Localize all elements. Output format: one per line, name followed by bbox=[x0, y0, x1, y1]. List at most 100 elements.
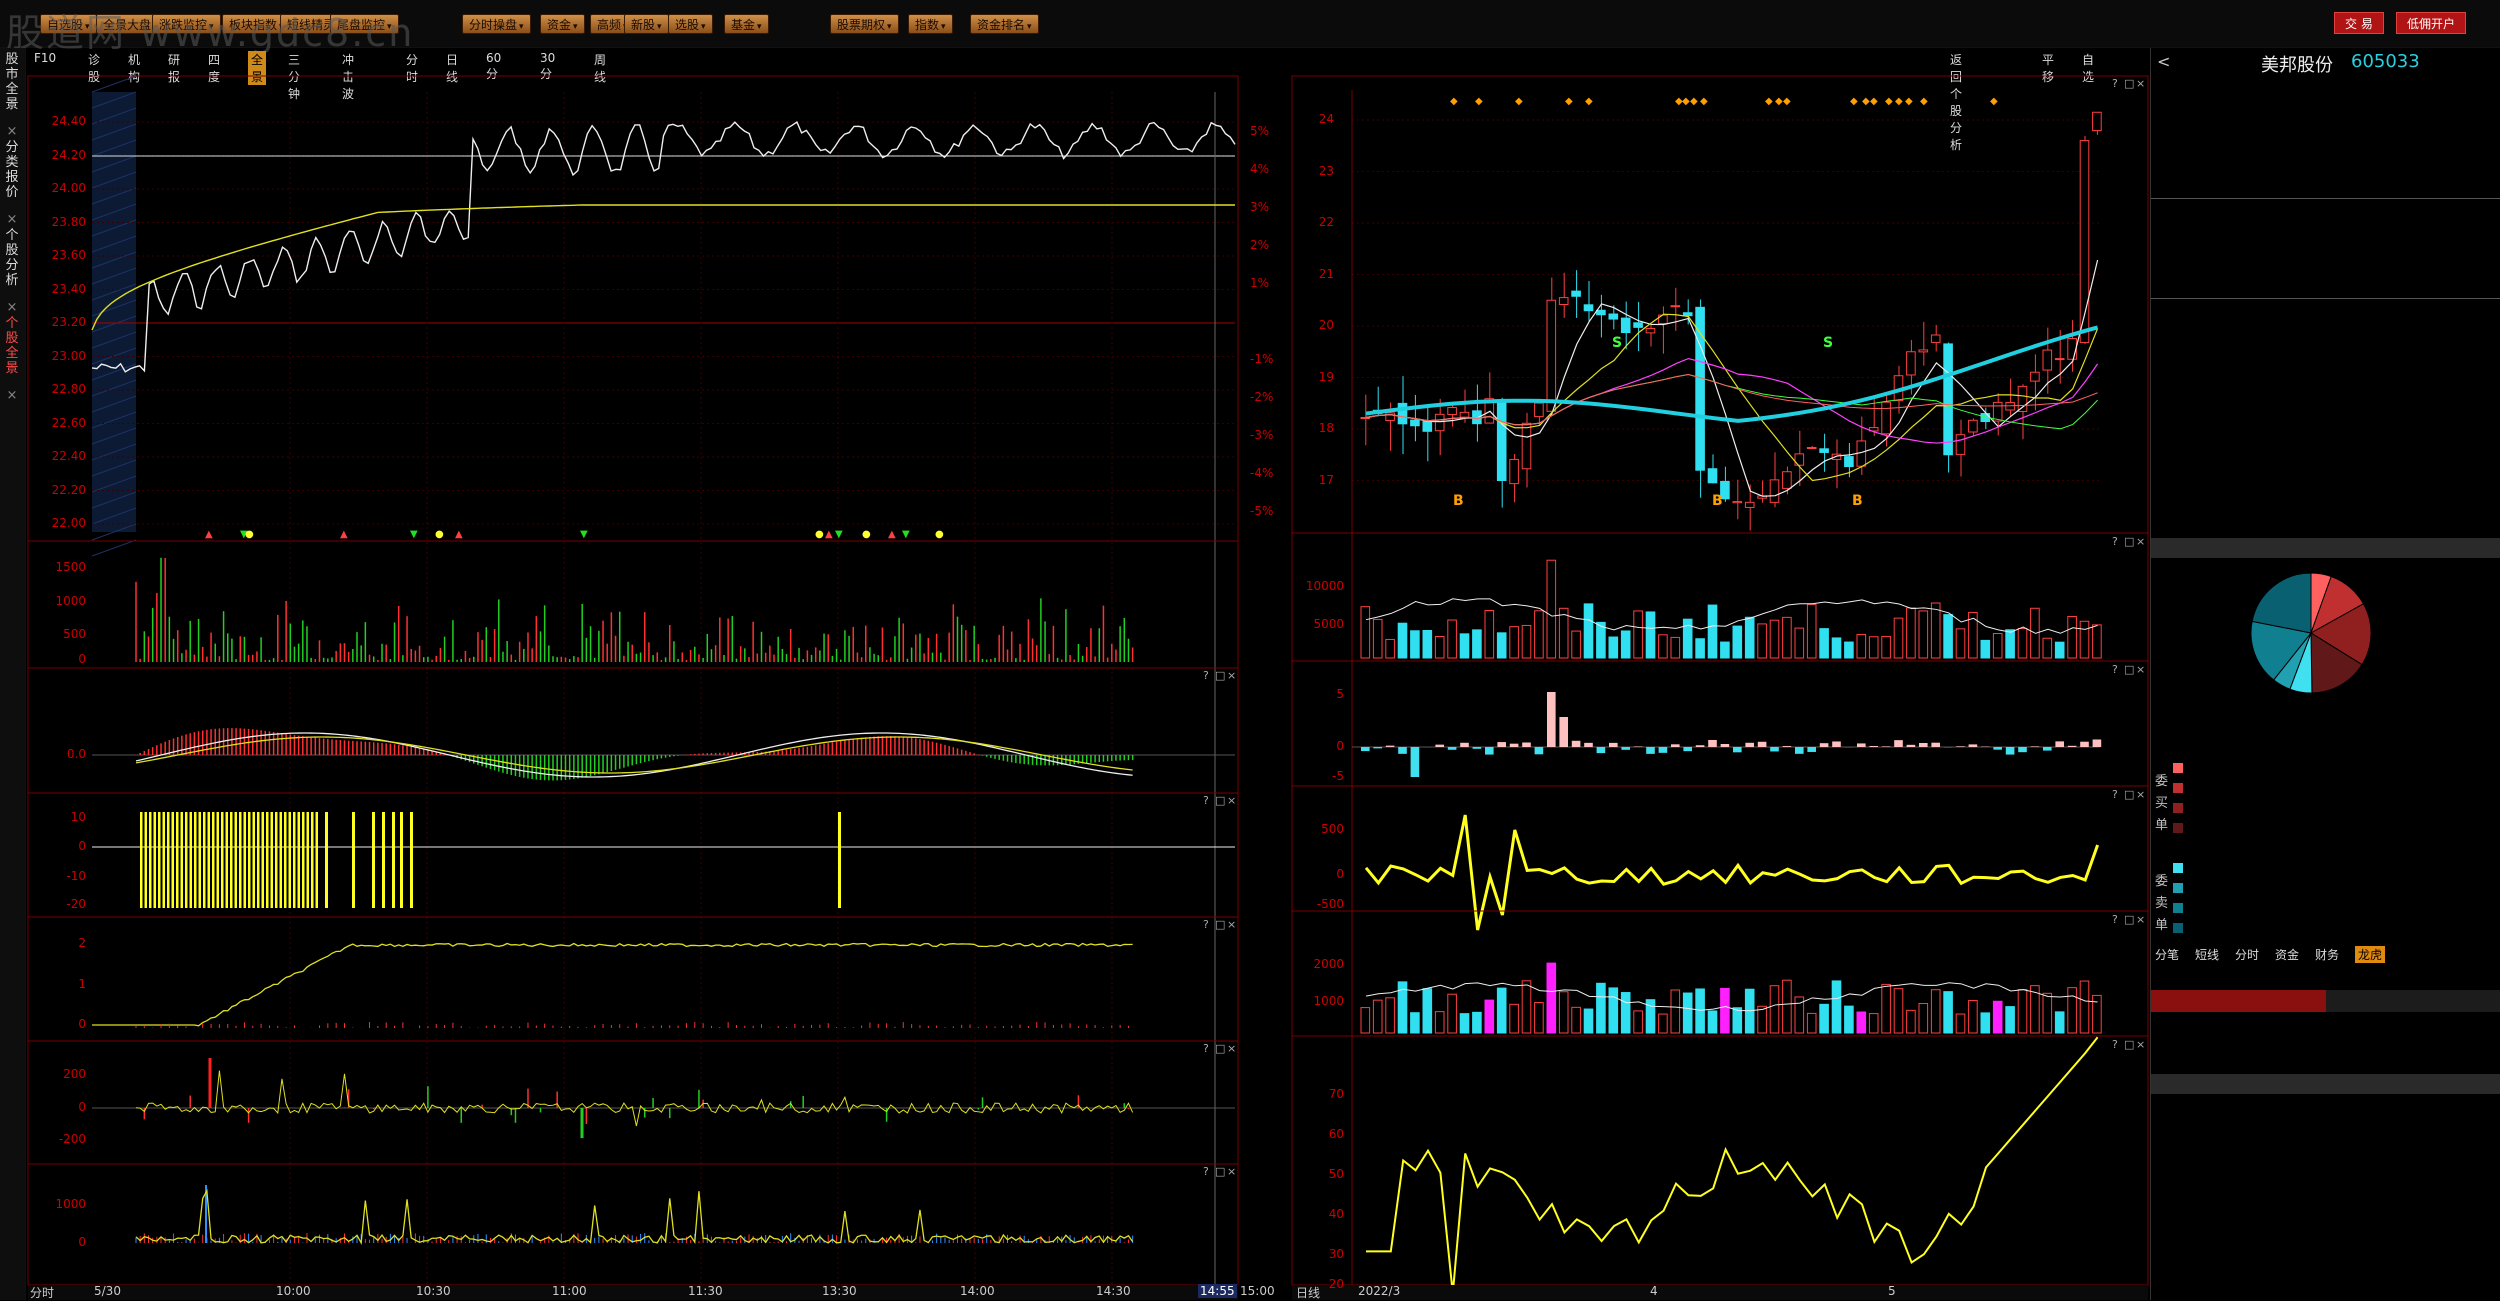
ddbl-axis-label: 0 bbox=[1300, 739, 1344, 753]
daily-price-label: 17 bbox=[1294, 473, 1334, 487]
finance-subtab-1[interactable] bbox=[2326, 990, 2500, 1012]
sell-signal: S bbox=[1612, 335, 1622, 351]
time-axis-label[interactable]: 分时 bbox=[30, 1284, 54, 1301]
pane-btn-close-icon[interactable]: × bbox=[1227, 1165, 1236, 1178]
daily-volume-bar bbox=[1758, 624, 1767, 658]
pane-btn-max-icon[interactable]: □ bbox=[2124, 1038, 2134, 1051]
pane-btn-max-icon[interactable]: □ bbox=[1215, 918, 1225, 931]
lwjx-bar bbox=[1981, 1013, 1990, 1033]
avg-price-line bbox=[92, 205, 1235, 330]
daily-volume-bar bbox=[1411, 631, 1420, 658]
lwjx-bar bbox=[1919, 1004, 1928, 1033]
candle-body bbox=[1993, 402, 2002, 421]
pane-btn-help-icon[interactable]: ? bbox=[2112, 1038, 2118, 1051]
lwjx-bar bbox=[1373, 1000, 1382, 1033]
panel-tab-1[interactable]: 短线 bbox=[2195, 946, 2219, 963]
hatch-line bbox=[92, 540, 136, 556]
daily-volume-bar bbox=[1646, 612, 1655, 658]
signal-marker: ● bbox=[935, 529, 944, 540]
pane-btn-max-icon[interactable]: □ bbox=[1215, 1165, 1225, 1178]
pane-btn-max-icon[interactable]: □ bbox=[2124, 913, 2134, 926]
pane-btn-close-icon[interactable]: × bbox=[2136, 788, 2145, 801]
ddbl-bar bbox=[1745, 743, 1754, 747]
date-axis-label[interactable]: 日线 bbox=[1296, 1284, 1320, 1301]
signal-diamond: ◆ bbox=[1450, 96, 1458, 107]
vol2-axis-label: 10000 bbox=[1300, 579, 1344, 593]
pane-btn-close-icon[interactable]: × bbox=[2136, 77, 2145, 90]
finance-subtab-0[interactable] bbox=[2151, 990, 2326, 1012]
lwjx-bar bbox=[1435, 1012, 1444, 1033]
zljm-bar bbox=[838, 812, 841, 908]
pane-btn-help-icon[interactable]: ? bbox=[1203, 794, 1209, 807]
pane-btn-max-icon[interactable]: □ bbox=[2124, 663, 2134, 676]
pane-btn-help-icon[interactable]: ? bbox=[2112, 913, 2118, 926]
pane-btn-max-icon[interactable]: □ bbox=[1215, 794, 1225, 807]
pane-btn-close-icon[interactable]: × bbox=[1227, 1042, 1236, 1055]
signal-marker: ▲ bbox=[205, 529, 213, 540]
pane-btn-help-icon[interactable]: ? bbox=[1203, 1042, 1209, 1055]
pane-btn-close-icon[interactable]: × bbox=[2136, 913, 2145, 926]
signal-diamond: ◆ bbox=[1765, 96, 1773, 107]
panel-tab-3[interactable]: 资金 bbox=[2275, 946, 2299, 963]
price-axis-label: 24.40 bbox=[42, 114, 86, 128]
pane-btn-help-icon[interactable]: ? bbox=[2112, 77, 2118, 90]
pane-btn-close-icon[interactable]: × bbox=[2136, 535, 2145, 548]
pane-btn-max-icon[interactable]: □ bbox=[1215, 1042, 1225, 1055]
pane-btn-help-icon[interactable]: ? bbox=[1203, 1165, 1209, 1178]
daily-price-label: 19 bbox=[1294, 370, 1334, 384]
price-axis-label: 23.40 bbox=[42, 282, 86, 296]
daily-volume-bar bbox=[1373, 619, 1382, 658]
daily-volume-bar bbox=[1882, 636, 1891, 658]
daily-volume-bar bbox=[1931, 603, 1940, 658]
signal-marker: ▲ bbox=[455, 529, 463, 540]
daily-volume-bar bbox=[1522, 625, 1531, 658]
candle-body bbox=[1435, 414, 1444, 430]
open-account-button[interactable]: 低佣开户 bbox=[2396, 12, 2466, 34]
book-divider bbox=[2151, 198, 2500, 199]
fsld-axis-label: 0 bbox=[42, 1100, 86, 1114]
daily-volume-bar bbox=[1944, 615, 1953, 658]
charts-canvas: ▲▼●▲▼●▲▼●▲▼●▲▼●◆◆◆◆◆◆◆◆◆◆◆◆◆◆◆◆◆◆◆◆BBBSS bbox=[0, 0, 2150, 1300]
zljm-bar bbox=[400, 812, 403, 908]
pane-btn-close-icon[interactable]: × bbox=[1227, 794, 1236, 807]
candle-body bbox=[1547, 300, 1556, 411]
candle-body bbox=[1510, 459, 1519, 483]
panel-tab-0[interactable]: 分笔 bbox=[2155, 946, 2179, 963]
lwjx-bar bbox=[2068, 988, 2077, 1033]
pane-btn-close-icon[interactable]: × bbox=[2136, 1038, 2145, 1051]
panel-tab-2[interactable]: 分时 bbox=[2235, 946, 2259, 963]
zljm-bar bbox=[158, 812, 161, 908]
pane-btn-max-icon[interactable]: □ bbox=[2124, 77, 2134, 90]
ddbl-bar bbox=[1522, 742, 1531, 747]
ddbl-bar bbox=[1807, 747, 1816, 752]
time-axis-label: 10:00 bbox=[276, 1284, 311, 1298]
pane-btn-close-icon[interactable]: × bbox=[1227, 918, 1236, 931]
pct-axis-label: -4% bbox=[1250, 466, 1273, 480]
back-icon[interactable]: < bbox=[2157, 52, 2170, 71]
candle-body bbox=[2031, 372, 2040, 381]
pane-btn-max-icon[interactable]: □ bbox=[2124, 788, 2134, 801]
fsdd-pane bbox=[28, 917, 1238, 1041]
pane-btn-max-icon[interactable]: □ bbox=[2124, 535, 2134, 548]
signal-diamond: ◆ bbox=[1682, 96, 1690, 107]
panel-tab-5[interactable]: 龙虎 bbox=[2355, 946, 2385, 963]
pane-btn-help-icon[interactable]: ? bbox=[2112, 663, 2118, 676]
daily-volume-bar bbox=[1745, 617, 1754, 658]
main-indicators-title bbox=[2151, 1074, 2500, 1094]
pane-btn-help-icon[interactable]: ? bbox=[1203, 669, 1209, 682]
signal-diamond: ◆ bbox=[1885, 96, 1893, 107]
lwjx-bar bbox=[1696, 989, 1705, 1033]
trade-button[interactable]: 交 易 bbox=[2334, 12, 2384, 34]
lwjx-bar bbox=[1386, 998, 1395, 1033]
lwjx-bar bbox=[1634, 1011, 1643, 1033]
pane-btn-help-icon[interactable]: ? bbox=[1203, 918, 1209, 931]
daily-volume-bar bbox=[1894, 618, 1903, 658]
pane-btn-close-icon[interactable]: × bbox=[1227, 669, 1236, 682]
pane-btn-close-icon[interactable]: × bbox=[2136, 663, 2145, 676]
ddbl-bar bbox=[1795, 747, 1804, 754]
pane-btn-max-icon[interactable]: □ bbox=[1215, 669, 1225, 682]
pane-btn-help-icon[interactable]: ? bbox=[2112, 535, 2118, 548]
ddbl-bar bbox=[2006, 747, 2015, 755]
pane-btn-help-icon[interactable]: ? bbox=[2112, 788, 2118, 801]
panel-tab-4[interactable]: 财务 bbox=[2315, 946, 2339, 963]
